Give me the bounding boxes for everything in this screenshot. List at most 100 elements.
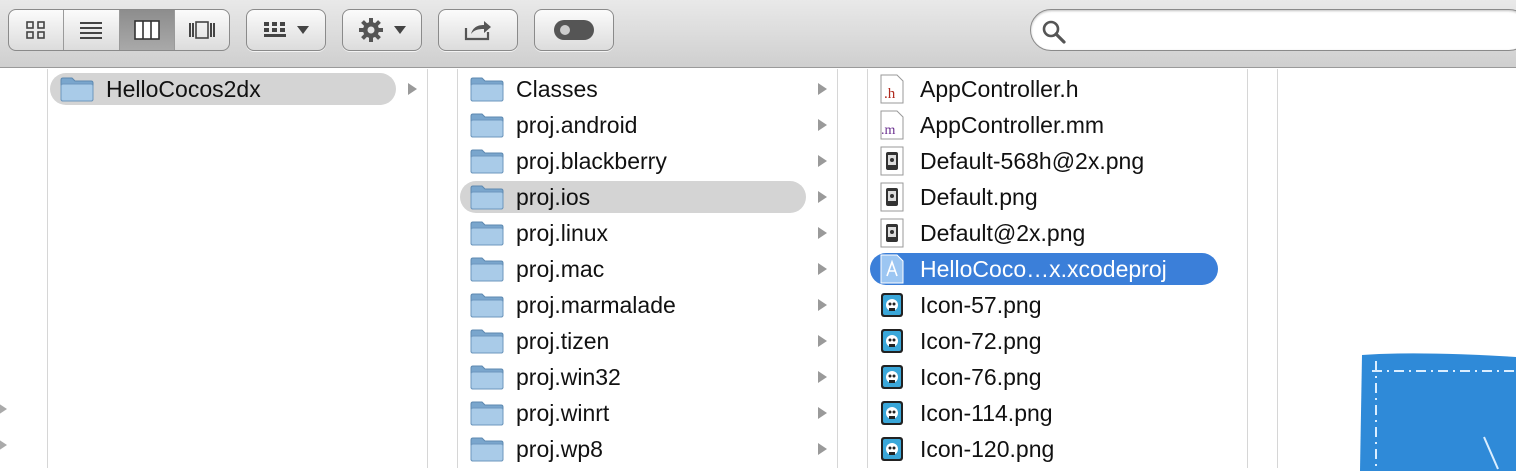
xcodeproj-file-icon bbox=[880, 254, 904, 284]
column-divider[interactable] bbox=[1248, 69, 1278, 468]
list-item-label: Classes bbox=[516, 75, 598, 102]
folder-icon bbox=[470, 437, 504, 462]
list-view-button[interactable] bbox=[64, 10, 120, 50]
list-item-label: Icon-76.png bbox=[920, 363, 1042, 390]
image-file-icon bbox=[880, 218, 904, 248]
disclosure-arrow-icon bbox=[408, 83, 417, 95]
chevron-down-icon bbox=[394, 26, 406, 34]
preview-pane bbox=[1278, 69, 1516, 471]
disclosure-arrow-icon bbox=[818, 191, 827, 203]
disclosure-arrow-icon bbox=[818, 119, 827, 131]
folder-icon bbox=[470, 329, 504, 354]
column-view-icon bbox=[133, 20, 160, 40]
toggle-icon bbox=[554, 20, 594, 40]
list-item-label: proj.winrt bbox=[516, 399, 610, 426]
cover-flow-icon bbox=[188, 21, 215, 39]
column-previous[interactable] bbox=[0, 69, 48, 468]
disclosure-arrow-icon bbox=[818, 443, 827, 455]
share-button[interactable] bbox=[438, 9, 518, 51]
list-item[interactable]: Icon-120.png bbox=[870, 433, 1240, 465]
list-item[interactable]: Default@2x.png bbox=[870, 217, 1240, 249]
disclosure-arrow-icon bbox=[818, 227, 827, 239]
list-item[interactable]: Default.png bbox=[870, 181, 1240, 213]
list-item[interactable]: Icon-72.png bbox=[870, 325, 1240, 357]
list-item[interactable]: HelloCoco…x.xcodeproj bbox=[870, 253, 1218, 285]
view-mode-segmented-control bbox=[8, 9, 230, 51]
list-item[interactable]: proj.android bbox=[460, 109, 806, 141]
folder-icon bbox=[470, 113, 504, 138]
arrange-menu-button[interactable] bbox=[246, 9, 326, 51]
search-icon bbox=[1042, 20, 1066, 44]
folder-icon bbox=[470, 77, 504, 102]
folder-icon bbox=[470, 221, 504, 246]
disclosure-arrow-icon bbox=[818, 83, 827, 95]
list-item[interactable]: Icon-76.png bbox=[870, 361, 1240, 393]
column-view-button[interactable] bbox=[119, 10, 175, 50]
objc-file-icon: .m bbox=[880, 110, 904, 140]
gear-icon bbox=[359, 18, 383, 42]
app-icon-file-icon bbox=[881, 401, 903, 425]
svg-text:.m: .m bbox=[881, 123, 896, 138]
xcode-project-blueprint-icon bbox=[1360, 353, 1516, 471]
list-item[interactable]: proj.winrt bbox=[460, 397, 806, 429]
list-item-label: proj.linux bbox=[516, 219, 609, 246]
header-file-icon: .h bbox=[880, 74, 904, 104]
list-item-label: Icon-120.png bbox=[920, 435, 1055, 462]
list-item[interactable]: proj.tizen bbox=[460, 325, 806, 357]
list-item-label: proj.wp8 bbox=[516, 435, 603, 462]
list-item[interactable]: proj.blackberry bbox=[460, 145, 806, 177]
column-divider[interactable] bbox=[428, 69, 458, 468]
column-3: .h AppController.h .m AppController.mm Defau… bbox=[868, 69, 1248, 468]
list-item[interactable]: Classes bbox=[460, 73, 806, 105]
list-item[interactable]: Icon-114.png bbox=[870, 397, 1240, 429]
list-item-label: Default-568h@2x.png bbox=[920, 147, 1145, 174]
cover-flow-button[interactable] bbox=[175, 10, 229, 50]
action-menu-button[interactable] bbox=[342, 9, 422, 51]
column-2: Classes proj.android proj.blackberry proj.i… bbox=[458, 69, 838, 468]
search-input[interactable] bbox=[1075, 18, 1499, 44]
toggle-button[interactable] bbox=[534, 9, 614, 51]
search-field[interactable] bbox=[1030, 9, 1516, 51]
list-item-label: HelloCocos2dx bbox=[106, 75, 261, 102]
disclosure-arrow-icon bbox=[0, 439, 7, 451]
folder-icon bbox=[470, 149, 504, 174]
list-item-label: proj.android bbox=[516, 111, 638, 138]
list-item[interactable]: proj.marmalade bbox=[460, 289, 806, 321]
disclosure-arrow-icon bbox=[818, 263, 827, 275]
image-file-icon bbox=[880, 146, 904, 176]
arrange-icon bbox=[264, 22, 286, 37]
image-file-icon bbox=[880, 182, 904, 212]
list-item[interactable]: proj.mac bbox=[460, 253, 806, 285]
list-item-label: proj.win32 bbox=[516, 363, 621, 390]
list-item[interactable]: HelloCocos2dx bbox=[50, 73, 396, 105]
list-item[interactable]: Icon-57.png bbox=[870, 289, 1240, 321]
list-item[interactable]: .m AppController.mm bbox=[870, 109, 1240, 141]
disclosure-arrow-icon bbox=[0, 403, 7, 415]
list-view-icon bbox=[80, 22, 103, 39]
list-item[interactable]: proj.win32 bbox=[460, 361, 806, 393]
share-icon bbox=[464, 21, 491, 41]
list-item[interactable]: proj.wp8 bbox=[460, 433, 806, 465]
list-item-label: Icon-114.png bbox=[920, 399, 1053, 426]
list-item[interactable]: proj.linux bbox=[460, 217, 806, 249]
list-item-label: Icon-57.png bbox=[920, 291, 1042, 318]
list-item[interactable]: .h AppController.h bbox=[870, 73, 1240, 105]
list-item-label: AppController.mm bbox=[920, 111, 1105, 138]
list-item[interactable]: proj.ios bbox=[460, 181, 806, 213]
app-icon-file-icon bbox=[881, 437, 903, 461]
list-item-label: Default.png bbox=[920, 183, 1038, 210]
folder-icon bbox=[470, 185, 504, 210]
disclosure-arrow-icon bbox=[818, 299, 827, 311]
list-item-label: proj.marmalade bbox=[516, 291, 676, 318]
app-icon-file-icon bbox=[881, 293, 903, 317]
column-1: HelloCocos2dx bbox=[48, 69, 428, 468]
list-item-label: proj.tizen bbox=[516, 327, 610, 354]
finder-toolbar bbox=[0, 0, 1516, 68]
list-item-label: HelloCoco…x.xcodeproj bbox=[920, 255, 1167, 282]
app-icon-file-icon bbox=[881, 329, 903, 353]
list-item-label: proj.blackberry bbox=[516, 147, 667, 174]
icon-view-button[interactable] bbox=[9, 10, 65, 50]
folder-icon bbox=[470, 293, 504, 318]
column-divider[interactable] bbox=[838, 69, 868, 468]
list-item[interactable]: Default-568h@2x.png bbox=[870, 145, 1240, 177]
